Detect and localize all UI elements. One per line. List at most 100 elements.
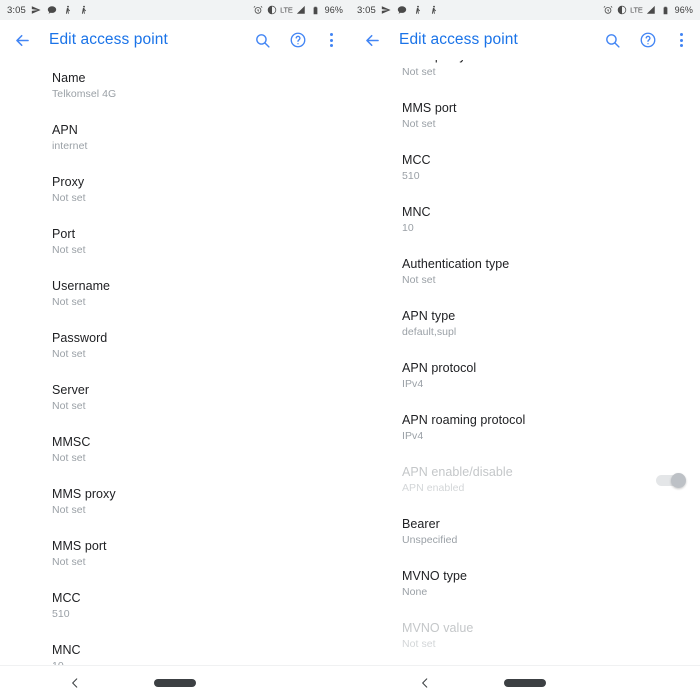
list-item-title: Username [52,279,111,293]
list-item[interactable]: Server Not set [0,372,350,424]
network-type-label-2: LTE [630,5,643,14]
list-item[interactable]: APN roaming protocol IPv4 [350,402,700,454]
status-bar-right-group: LTE 96% [252,5,343,16]
list-item-title: Name [52,71,86,85]
back-arrow-icon[interactable] [9,27,35,53]
person-walk-icon-3 [413,5,424,16]
app-toolbar-left: Edit access point [0,20,350,60]
list-item-value: None [402,586,428,598]
vibrate-icon-2 [616,5,627,16]
vibrate-icon [266,5,277,16]
list-item[interactable]: MNC10 [0,632,350,665]
list-item[interactable]: Authentication type Not set [350,246,700,298]
apn-enable-toggle[interactable] [656,472,686,488]
more-options-icon[interactable] [321,29,341,51]
list-item-value: Not set [402,66,436,78]
status-bar-clock-2: 3:05 [357,4,376,16]
app-toolbar-right: Edit access point [350,20,700,60]
more-options-icon-2[interactable] [671,29,691,51]
list-item-title: Port [52,227,76,241]
status-bar-left-group: 3:05 [7,5,90,16]
list-item[interactable]: APN type default,supl [350,298,700,350]
back-chevron-icon-2[interactable] [414,672,436,694]
network-type-label: LTE [280,5,293,14]
list-item-title: MMS port [52,539,107,553]
send-arrow-icon-2 [381,5,392,16]
list-item[interactable]: Username Not set [0,268,350,320]
list-item-value: Not set [402,274,436,286]
list-item-value: Not set [52,296,86,308]
dot-1 [329,33,333,36]
dot-3 [329,44,333,47]
list-item[interactable]: MMS proxy Not set [0,476,350,528]
list-item[interactable]: Bearer Unspecified [350,506,700,558]
list-item[interactable]: MMS port Not set [0,528,350,580]
back-chevron-icon[interactable] [64,672,86,694]
list-item-title: APN enable/disable [402,465,513,479]
list-item-title: Server [52,383,90,397]
dot-3 [679,44,683,47]
list-item-value: Not set [52,192,86,204]
search-icon-2[interactable] [599,27,625,53]
list-item-value: Unspecified [402,534,458,546]
apn-settings-list-left[interactable]: Name Telkomsel 4G APN internet Proxy Not set P… [0,60,350,665]
status-bar-right-group-2: LTE 96% [602,5,693,16]
list-item-value: Not set [52,504,86,516]
list-item-title: MMS port [402,101,457,115]
list-item-title: APN protocol [402,361,477,375]
list-item-title: APN type [402,309,456,323]
list-item[interactable]: APN protocol IPv4 [350,350,700,402]
message-icon-2 [397,5,408,16]
list-item[interactable]: MCC 510 [350,142,700,194]
list-item-title: MNC [52,643,81,657]
toolbar-actions [249,27,341,53]
list-item-title: MCC [52,591,81,605]
list-item[interactable]: APN internet [0,112,350,164]
person-walk-icon [63,5,74,16]
help-icon[interactable] [285,27,311,53]
list-item-value: 510 [52,608,70,620]
home-indicator-2[interactable] [504,679,546,687]
signal-icon-2 [646,5,657,16]
list-item[interactable]: MMS port Not set [350,90,700,142]
battery-icon [310,5,321,16]
list-item-value: 10 [402,222,414,234]
status-bar-right: 3:05 LTE 96% [350,0,700,20]
list-item-value: APN enabled [402,482,465,494]
list-item[interactable]: MMSC Not set [0,424,350,476]
help-icon-2[interactable] [635,27,661,53]
page-title: Edit access point [49,31,168,48]
home-indicator[interactable] [154,679,196,687]
dot-2 [679,38,683,42]
message-icon [47,5,58,16]
list-item[interactable]: Name Telkomsel 4G [0,60,350,112]
apn-settings-list-inner-right: NameTelkomsel 4GAPNinternetProxyNot setP… [350,60,700,662]
list-item[interactable]: Proxy Not set [0,164,350,216]
list-item-value: 510 [402,170,420,182]
list-item-title: Proxy [52,175,85,189]
left-phone-screen: 3:05 LTE 96% Edit access point Name Telk… [0,0,350,700]
list-item[interactable]: Port Not set [0,216,350,268]
system-nav-bar-right [350,665,700,700]
alarm-icon-2 [602,5,613,16]
page-title-2: Edit access point [399,31,518,48]
search-icon[interactable] [249,27,275,53]
list-item[interactable]: MMS proxy Not set [350,60,700,90]
list-item-title: MMS proxy [52,487,116,501]
list-item[interactable]: Password Not set [0,320,350,372]
battery-percent-label-2: 96% [674,5,693,15]
list-item[interactable]: MNC10 [350,194,700,246]
apn-settings-list-right[interactable]: NameTelkomsel 4GAPNinternetProxyNot setP… [350,60,700,665]
signal-icon [296,5,307,16]
alarm-icon [252,5,263,16]
right-phone-screen: 3:05 LTE 96% Edit access point Not set M… [350,0,700,700]
list-item[interactable]: MCC 510 [0,580,350,632]
dot-2 [329,38,333,42]
back-arrow-icon-2[interactable] [359,27,385,53]
dot-1 [679,33,683,36]
list-item-title: Password [52,331,108,345]
status-bar-left: 3:05 LTE 96% [0,0,350,20]
list-item-value: internet [52,140,88,152]
list-item[interactable]: MVNO type None [350,558,700,610]
person-walk-icon-4 [429,5,440,16]
